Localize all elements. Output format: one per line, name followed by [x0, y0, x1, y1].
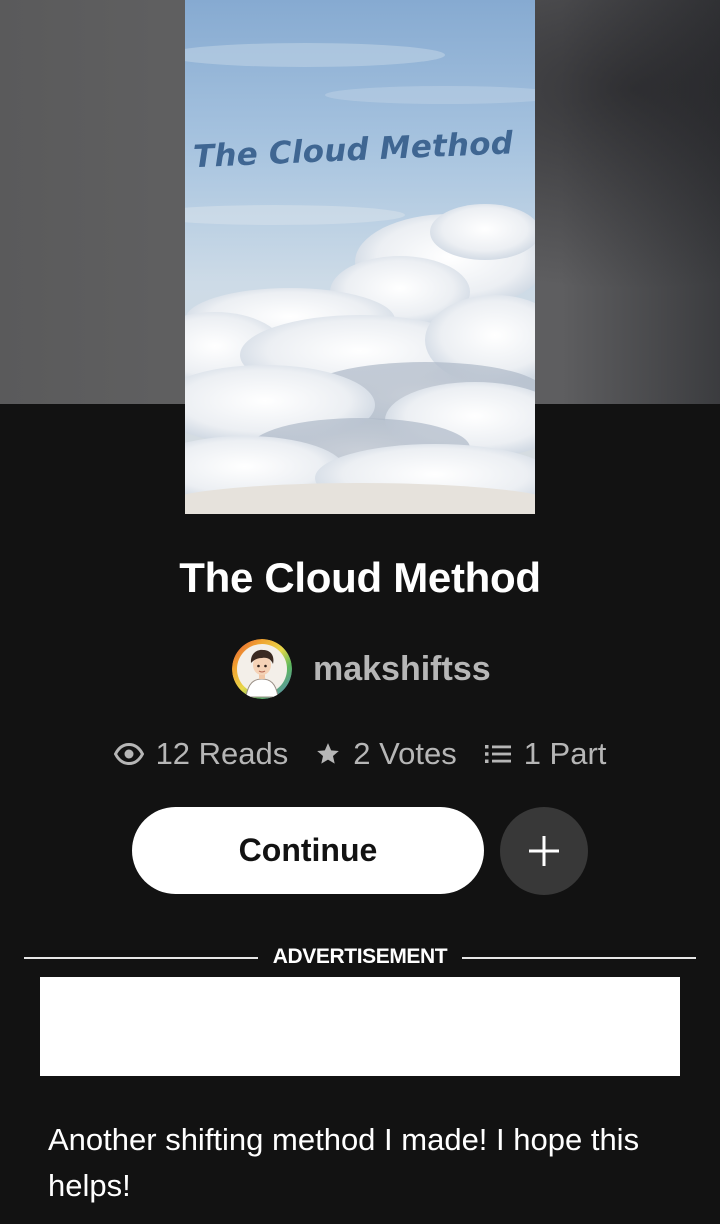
advertisement-slot[interactable] — [40, 977, 680, 1076]
reads-count: 12 Reads — [155, 736, 289, 771]
parts-stat: 1 Part — [484, 736, 607, 772]
votes-count: 2 Votes — [353, 736, 457, 771]
author-row[interactable]: makshiftss — [232, 638, 491, 700]
story-cover[interactable]: The Cloud Method — [185, 0, 535, 514]
plus-icon — [527, 834, 561, 868]
author-name[interactable]: makshiftss — [313, 650, 491, 689]
story-stats: 12 Reads 2 Votes 1 Part — [0, 736, 720, 772]
avatar[interactable] — [232, 639, 292, 699]
continue-reading-button[interactable]: Continue — [132, 807, 484, 894]
cover-clouds-image — [185, 0, 535, 514]
eye-icon — [113, 743, 144, 765]
divider-line-left — [24, 957, 258, 959]
reads-stat: 12 Reads — [113, 736, 289, 772]
divider-line-right — [462, 957, 696, 959]
votes-stat: 2 Votes — [315, 736, 457, 772]
story-description: Another shifting method I made! I hope t… — [48, 1122, 640, 1203]
advertisement-divider: ADVERTISEMENT — [24, 944, 696, 972]
add-to-library-button[interactable] — [500, 807, 588, 895]
star-icon — [315, 741, 341, 767]
advertisement-label: ADVERTISEMENT — [272, 945, 448, 968]
avatar-image — [232, 639, 292, 699]
story-title: The Cloud Method — [179, 554, 541, 601]
list-icon — [484, 742, 512, 766]
parts-count: 1 Part — [523, 736, 607, 771]
